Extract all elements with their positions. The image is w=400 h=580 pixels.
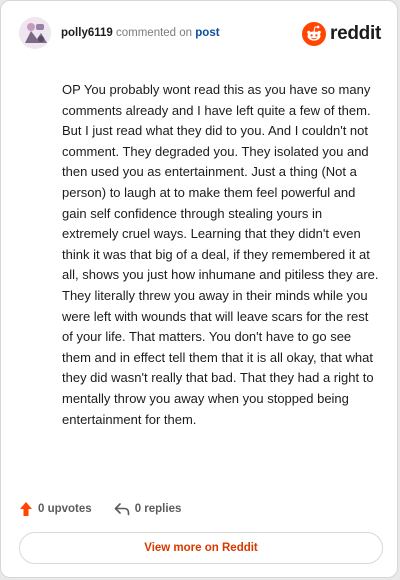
embedded-comment-card: polly6119 commented on post reddit OP Yo…: [0, 0, 398, 578]
reddit-brand[interactable]: reddit: [302, 21, 381, 47]
post-link[interactable]: post: [195, 27, 219, 39]
user-avatar[interactable]: [19, 17, 51, 49]
username-link[interactable]: polly6119: [61, 27, 113, 39]
reddit-logo-icon: [302, 22, 327, 46]
reply-arrow-icon: [114, 503, 129, 516]
view-more-label: View more on Reddit: [144, 542, 258, 554]
comment-header: polly6119 commented on post reddit: [19, 17, 381, 51]
reply-button[interactable]: 0 replies: [114, 502, 182, 516]
comment-body: OP You probably wont read this as you ha…: [62, 82, 379, 427]
view-more-on-reddit-button[interactable]: View more on Reddit: [19, 532, 383, 564]
reddit-wordmark: reddit: [330, 23, 381, 44]
upvote-arrow-icon: [20, 502, 32, 516]
commented-on-text: commented on: [116, 27, 193, 39]
reply-count: 0 replies: [134, 503, 182, 515]
upvote-count: 0 upvotes: [38, 503, 92, 515]
comment-actions: 0 upvotes 0 replies: [19, 499, 181, 519]
upvote-button[interactable]: 0 upvotes: [19, 501, 92, 517]
comment-meta: polly6119 commented on post: [61, 27, 220, 39]
